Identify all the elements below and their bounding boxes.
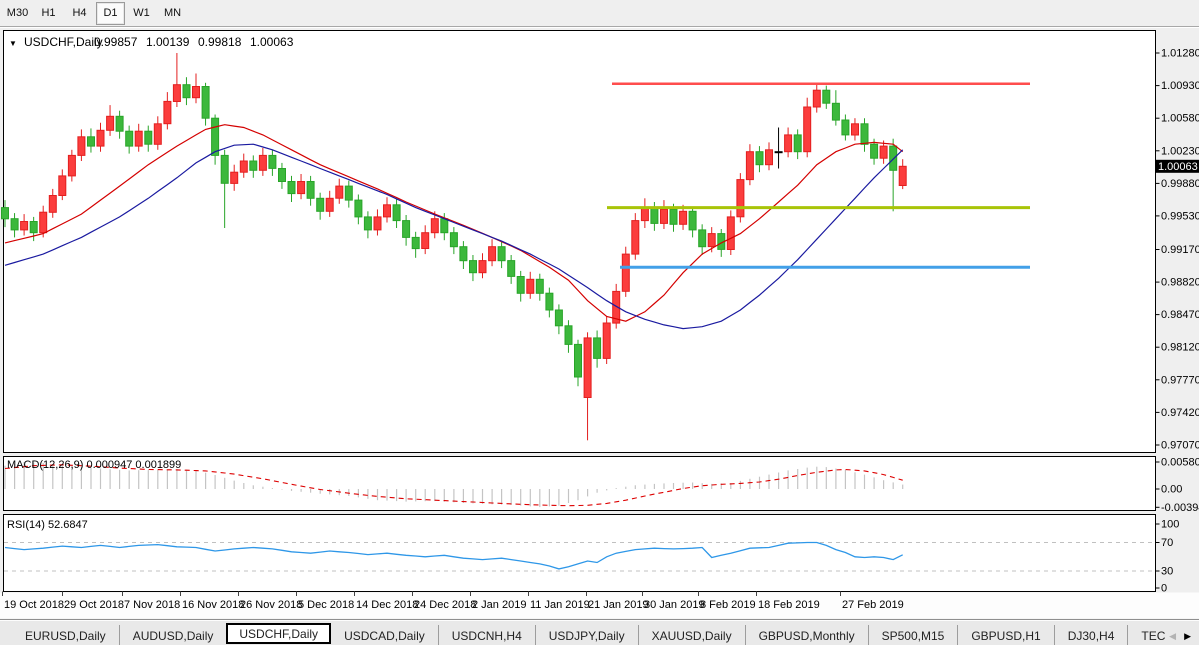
- chart-tab-usdchf-daily[interactable]: USDCHF,Daily: [226, 623, 331, 644]
- price-axis-label: 0.98470: [1161, 309, 1199, 321]
- chart-tab-eurusd-daily[interactable]: EURUSD,Daily: [12, 625, 119, 645]
- rsi-axis-label: 0: [1161, 583, 1167, 595]
- chart-canvas[interactable]: ▼ USDCHF,Daily0.99857 1.00139 0.99818 1.0006…: [0, 0, 1199, 619]
- chart-tab-sp500-m15[interactable]: SP500,M15: [868, 625, 958, 645]
- tab-scroll-left-icon[interactable]: ◀: [1169, 632, 1176, 641]
- time-axis-label: 27 Feb 2019: [842, 599, 904, 611]
- chart-tab-usdcnh-h4[interactable]: USDCNH,H4: [438, 625, 535, 645]
- macd-axis-label: 0.005802: [1161, 457, 1199, 469]
- time-axis-label: 24 Dec 2018: [414, 599, 476, 611]
- chart-tab-dj30-h4[interactable]: DJ30,H4: [1054, 625, 1128, 645]
- symbol-dropdown-icon: ▼: [9, 39, 17, 48]
- chart-tab-usdjpy-daily[interactable]: USDJPY,Daily: [535, 625, 638, 645]
- macd-axis-label: -0.003945: [1161, 502, 1199, 514]
- time-axis-label: 19 Oct 2018: [4, 599, 64, 611]
- macd-label: MACD(12,26,9) 0.000947 0.001899: [7, 459, 181, 471]
- time-axis-label: 26 Nov 2018: [240, 599, 302, 611]
- price-axis-label: 0.97420: [1161, 407, 1199, 419]
- chart-tab-gbpusd-h1[interactable]: GBPUSD,H1: [957, 625, 1053, 645]
- time-axis-label: 7 Nov 2018: [124, 599, 180, 611]
- chart-tab-usdcad-daily[interactable]: USDCAD,Daily: [331, 625, 438, 645]
- rsi-axis-label: 70: [1161, 537, 1173, 549]
- time-axis-label: 2 Jan 2019: [472, 599, 526, 611]
- chart-tab-audusd-daily[interactable]: AUDUSD,Daily: [119, 625, 227, 645]
- rsi-axis-label: 30: [1161, 566, 1173, 578]
- current-price-tag-text: 1.00063: [1158, 161, 1198, 173]
- price-axis-label: 0.98120: [1161, 342, 1199, 354]
- open-value: 0.99857: [94, 35, 138, 49]
- time-axis-label: 11 Jan 2019: [530, 599, 590, 611]
- price-axis-label: 1.00580: [1161, 113, 1199, 125]
- price-axis-label: 0.97770: [1161, 374, 1199, 386]
- time-axis-label: 29 Oct 2018: [64, 599, 124, 611]
- price-axis-label: 1.00230: [1161, 145, 1199, 157]
- price-axis-label: 1.00930: [1161, 80, 1199, 92]
- time-axis-label: 8 Feb 2019: [700, 599, 756, 611]
- high-value: 1.00139: [146, 35, 190, 49]
- tab-pager: ◀ ▶: [1165, 632, 1199, 645]
- low-value: 0.99818: [198, 35, 242, 49]
- chart-tab-bar: EURUSD,DailyAUDUSD,DailyUSDCHF,DailyUSDC…: [0, 619, 1199, 645]
- time-axis-label: 5 Dec 2018: [298, 599, 354, 611]
- price-axis-label: 0.99530: [1161, 210, 1199, 222]
- time-axis-label: 16 Nov 2018: [182, 599, 244, 611]
- price-axis-label: 0.97070: [1161, 440, 1199, 452]
- rsi-label: RSI(14) 52.6847: [7, 519, 88, 531]
- time-axis-label: 30 Jan 2019: [644, 599, 705, 611]
- rsi-axis-label: 100: [1161, 519, 1179, 531]
- chart-tab-gbpusd-monthly[interactable]: GBPUSD,Monthly: [745, 625, 868, 645]
- chart-tab-tech100-h1[interactable]: TECH100,H1: [1127, 625, 1165, 645]
- chart-tabs: EURUSD,DailyAUDUSD,DailyUSDCHF,DailyUSDC…: [0, 621, 1165, 645]
- rsi-panel[interactable]: [4, 515, 1156, 592]
- time-axis-label: 14 Dec 2018: [356, 599, 418, 611]
- close-value: 1.00063: [250, 35, 294, 49]
- macd-axis-label: 0.00: [1161, 484, 1182, 496]
- time-axis-label: 21 Jan 2019: [588, 599, 649, 611]
- price-axis-label: 1.01280: [1161, 48, 1199, 60]
- chart-tab-xauusd-daily[interactable]: XAUUSD,Daily: [638, 625, 745, 645]
- time-axis-label: 18 Feb 2019: [758, 599, 820, 611]
- price-axis-label: 0.99170: [1161, 244, 1199, 256]
- price-axis-label: 0.99880: [1161, 178, 1199, 190]
- price-axis-label: 0.98820: [1161, 277, 1199, 289]
- chart-title-symbol: USDCHF,Daily: [24, 35, 103, 49]
- tab-scroll-right-icon[interactable]: ▶: [1184, 632, 1191, 641]
- trading-terminal-window: { "toolbar": { "periods": [ {"label": "M…: [0, 0, 1199, 645]
